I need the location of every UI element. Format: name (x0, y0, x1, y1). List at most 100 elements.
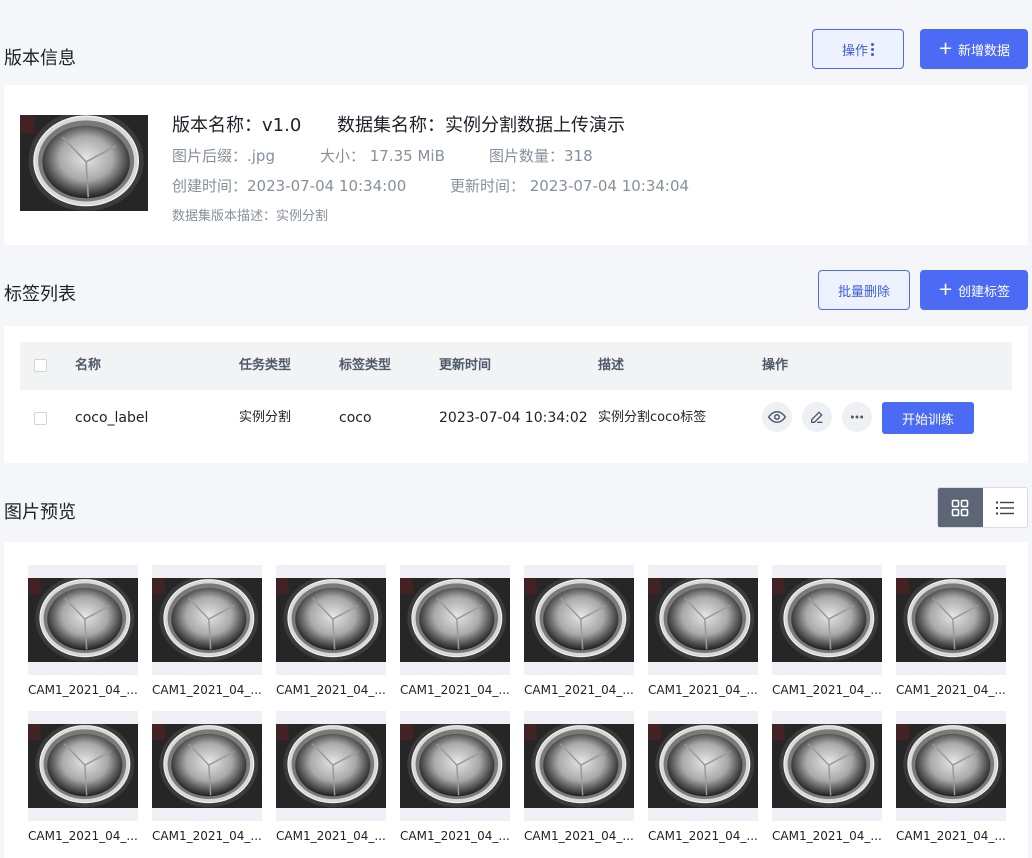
grid-view-button[interactable] (938, 488, 983, 527)
image-filename: CAM1_2021_04_... (896, 829, 1006, 843)
image-filename: CAM1_2021_04_... (152, 829, 262, 843)
image-tile[interactable]: CAM1_2021_04_... (276, 711, 386, 843)
plus-icon: + (937, 38, 954, 59)
image-filename: CAM1_2021_04_... (648, 829, 758, 843)
column-actions: 操作 (762, 358, 789, 373)
image-thumbnail-frame (648, 565, 758, 675)
image-tile[interactable]: CAM1_2021_04_... (276, 565, 386, 697)
row-checkbox[interactable] (34, 412, 47, 425)
image-tile[interactable]: CAM1_2021_04_... (648, 565, 758, 697)
more-vertical-icon (871, 42, 874, 56)
image-tile[interactable]: CAM1_2021_04_... (896, 565, 1006, 697)
image-tile[interactable]: CAM1_2021_04_... (400, 565, 510, 697)
image-thumbnail (524, 724, 634, 808)
image-filename: CAM1_2021_04_... (28, 683, 138, 697)
label-section-title: 标签列表 (4, 284, 76, 305)
image-thumbnail-frame (152, 565, 262, 675)
task-type: 实例分割 (239, 410, 292, 425)
image-thumbnail-frame (772, 565, 882, 675)
image-tile[interactable]: CAM1_2021_04_... (152, 711, 262, 843)
column-task-type: 任务类型 (239, 358, 292, 373)
add-data-label: 新增数据 (958, 43, 1011, 59)
view-button[interactable] (762, 402, 792, 432)
image-tile[interactable]: CAM1_2021_04_... (152, 565, 262, 697)
label-type: coco (339, 410, 372, 426)
image-thumbnail-frame (276, 565, 386, 675)
version-info-card: 版本名称：v1.0 数据集名称：实例分割数据上传演示 图片后缀：.jpg 大小：… (4, 85, 1028, 245)
image-tile[interactable]: CAM1_2021_04_... (772, 565, 882, 697)
created-time: 创建时间：2023-07-04 10:34:00 (172, 177, 407, 195)
image-tile[interactable]: CAM1_2021_04_... (648, 711, 758, 843)
batch-delete-button[interactable]: 批量删除 (818, 270, 910, 310)
image-filename: CAM1_2021_04_... (524, 829, 634, 843)
select-all-checkbox[interactable] (34, 359, 47, 372)
column-updated: 更新时间 (439, 358, 492, 373)
operations-button[interactable]: 操作 (812, 29, 904, 69)
create-label-button[interactable]: + 创建标签 (920, 270, 1028, 310)
dataset-size: 大小： 17.35 MiB (320, 147, 445, 165)
operations-label: 操作 (841, 43, 868, 59)
image-thumbnail (772, 578, 882, 662)
image-filename: CAM1_2021_04_... (400, 829, 510, 843)
image-filename: CAM1_2021_04_... (524, 683, 634, 697)
image-filename: CAM1_2021_04_... (772, 829, 882, 843)
label-name: coco_label (75, 410, 149, 426)
image-tile[interactable]: CAM1_2021_04_... (524, 711, 634, 843)
image-filename: CAM1_2021_04_... (28, 829, 138, 843)
start-training-button[interactable]: 开始训练 (882, 402, 974, 434)
image-tile[interactable]: CAM1_2021_04_... (524, 565, 634, 697)
image-thumbnail-frame (400, 565, 510, 675)
image-tile[interactable]: CAM1_2021_04_... (896, 711, 1006, 843)
list-icon (995, 501, 1014, 514)
image-thumbnail-frame (772, 711, 882, 821)
list-view-button[interactable] (983, 488, 1028, 527)
version-description: 数据集版本描述：实例分割 (172, 209, 329, 224)
image-thumbnail-frame (896, 565, 1006, 675)
image-thumbnail (648, 578, 758, 662)
image-tile[interactable]: CAM1_2021_04_... (28, 565, 138, 697)
more-button[interactable] (842, 402, 872, 432)
image-thumbnail (276, 578, 386, 662)
image-filename: CAM1_2021_04_... (276, 683, 386, 697)
image-tile[interactable]: CAM1_2021_04_... (772, 711, 882, 843)
image-filename: CAM1_2021_04_... (152, 683, 262, 697)
image-count: 图片数量：318 (489, 147, 593, 165)
batch-delete-label: 批量删除 (837, 284, 890, 300)
image-thumbnail-frame (648, 711, 758, 821)
column-name: 名称 (75, 358, 102, 373)
add-data-button[interactable]: + 新增数据 (920, 29, 1028, 69)
table-header (20, 342, 1012, 390)
image-filename: CAM1_2021_04_... (896, 683, 1006, 697)
image-tile[interactable]: CAM1_2021_04_... (400, 711, 510, 843)
edit-button[interactable] (802, 402, 832, 432)
image-thumbnail (400, 578, 510, 662)
plus-icon: + (937, 279, 954, 300)
image-thumbnail (152, 578, 262, 662)
image-thumbnail (772, 724, 882, 808)
image-thumbnail (400, 724, 510, 808)
version-section-title: 版本信息 (4, 48, 76, 69)
image-filename: CAM1_2021_04_... (400, 683, 510, 697)
image-thumbnail-frame (28, 711, 138, 821)
image-thumbnail-frame (400, 711, 510, 821)
image-thumbnail-frame (152, 711, 262, 821)
image-thumbnail-frame (28, 565, 138, 675)
image-thumbnail (896, 578, 1006, 662)
label-description: 实例分割coco标签 (598, 410, 707, 425)
view-mode-toggle (937, 487, 1028, 528)
image-thumbnail-frame (896, 711, 1006, 821)
image-filename: CAM1_2021_04_... (276, 829, 386, 843)
label-updated: 2023-07-04 10:34:02 (439, 410, 588, 426)
grid-icon (951, 499, 969, 516)
image-thumbnail-frame (524, 565, 634, 675)
image-thumbnail (648, 724, 758, 808)
image-thumbnail (152, 724, 262, 808)
image-thumbnail (28, 724, 138, 808)
image-thumbnail-frame (524, 711, 634, 821)
start-training-label: 开始训练 (901, 412, 954, 428)
edit-icon (811, 411, 823, 423)
image-tile[interactable]: CAM1_2021_04_... (28, 711, 138, 843)
preview-section-title: 图片预览 (4, 502, 76, 523)
dataset-name: 数据集名称：实例分割数据上传演示 (337, 115, 625, 136)
image-filename: CAM1_2021_04_... (648, 683, 758, 697)
